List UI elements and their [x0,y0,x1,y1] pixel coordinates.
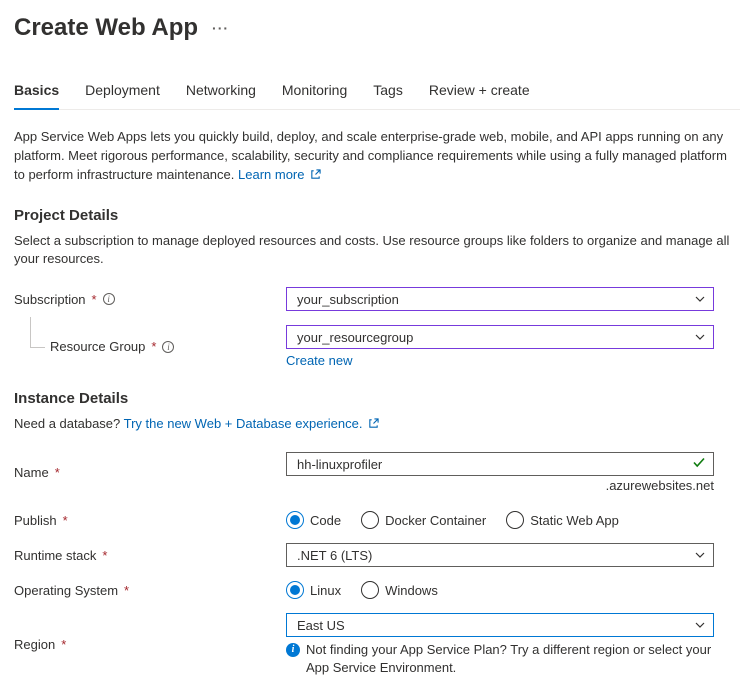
os-radio-group: Linux Windows [286,581,740,599]
tab-review-create[interactable]: Review + create [429,82,530,110]
name-input[interactable]: hh-linuxprofiler [286,452,714,476]
publish-label-text: Publish [14,513,57,528]
region-select[interactable]: East US [286,613,714,637]
intro-body: App Service Web Apps lets you quickly bu… [14,129,727,182]
os-label: Operating System * [14,583,286,598]
publish-code-label: Code [310,513,341,528]
radio-icon [286,511,304,529]
os-windows-label: Windows [385,583,438,598]
os-option-windows[interactable]: Windows [361,581,438,599]
external-link-icon [368,416,379,427]
resource-group-label: Resource Group * i [14,339,286,354]
name-value: hh-linuxprofiler [297,457,382,472]
project-details-desc: Select a subscription to manage deployed… [14,232,740,270]
intro-text: App Service Web Apps lets you quickly bu… [14,128,740,185]
tab-bar: Basics Deployment Networking Monitoring … [14,82,740,110]
runtime-label-text: Runtime stack [14,548,96,563]
name-suffix: .azurewebsites.net [286,478,714,493]
tab-basics[interactable]: Basics [14,82,59,110]
required-asterisk: * [55,465,60,480]
instance-db-prompt: Need a database? Try the new Web + Datab… [14,415,740,434]
learn-more-link[interactable]: Learn more [238,167,321,182]
required-asterisk: * [63,513,68,528]
subscription-select[interactable]: your_subscription [286,287,714,311]
region-hint-text: Not finding your App Service Plan? Try a… [306,641,714,676]
runtime-label: Runtime stack * [14,548,286,563]
resource-group-label-text: Resource Group [50,339,145,354]
web-database-link[interactable]: Try the new Web + Database experience. [124,416,379,431]
valid-check-icon [692,456,706,473]
project-details-heading: Project Details [14,207,740,224]
runtime-select[interactable]: .NET 6 (LTS) [286,543,714,567]
page-title-text: Create Web App [14,14,198,42]
region-label-text: Region [14,637,55,652]
publish-static-label: Static Web App [530,513,619,528]
radio-icon [361,581,379,599]
instance-db-text: Need a database? [14,416,124,431]
create-new-link[interactable]: Create new [286,353,352,368]
name-label-text: Name [14,465,49,480]
radio-icon [506,511,524,529]
radio-icon [286,581,304,599]
more-menu-icon[interactable]: ··· [212,20,229,36]
os-label-text: Operating System [14,583,118,598]
tab-monitoring[interactable]: Monitoring [282,82,347,110]
required-asterisk: * [124,583,129,598]
resource-group-select[interactable]: your_resourcegroup [286,325,714,349]
name-label: Name * [14,465,286,480]
learn-more-label: Learn more [238,167,304,182]
publish-option-docker[interactable]: Docker Container [361,511,486,529]
info-icon: i [286,643,300,657]
web-database-link-label: Try the new Web + Database experience. [124,416,363,431]
external-link-icon [310,167,321,178]
publish-radio-group: Code Docker Container Static Web App [286,511,740,529]
os-option-linux[interactable]: Linux [286,581,341,599]
runtime-value: .NET 6 (LTS) [297,548,372,563]
region-label: Region * [14,637,286,652]
tab-tags[interactable]: Tags [373,82,403,110]
tab-networking[interactable]: Networking [186,82,256,110]
os-linux-label: Linux [310,583,341,598]
subscription-label: Subscription * i [14,292,286,307]
tab-deployment[interactable]: Deployment [85,82,160,110]
publish-option-code[interactable]: Code [286,511,341,529]
required-asterisk: * [92,292,97,307]
info-icon[interactable]: i [103,293,115,305]
info-icon[interactable]: i [162,341,174,353]
radio-icon [361,511,379,529]
subscription-label-text: Subscription [14,292,86,307]
required-asterisk: * [102,548,107,563]
subscription-value: your_subscription [297,292,399,307]
publish-docker-label: Docker Container [385,513,486,528]
region-value: East US [297,618,345,633]
instance-details-heading: Instance Details [14,390,740,407]
resource-group-value: your_resourcegroup [297,330,413,345]
required-asterisk: * [151,339,156,354]
page-title: Create Web App ··· [14,14,740,42]
publish-option-static[interactable]: Static Web App [506,511,619,529]
required-asterisk: * [61,637,66,652]
publish-label: Publish * [14,513,286,528]
region-hint: i Not finding your App Service Plan? Try… [286,641,714,676]
